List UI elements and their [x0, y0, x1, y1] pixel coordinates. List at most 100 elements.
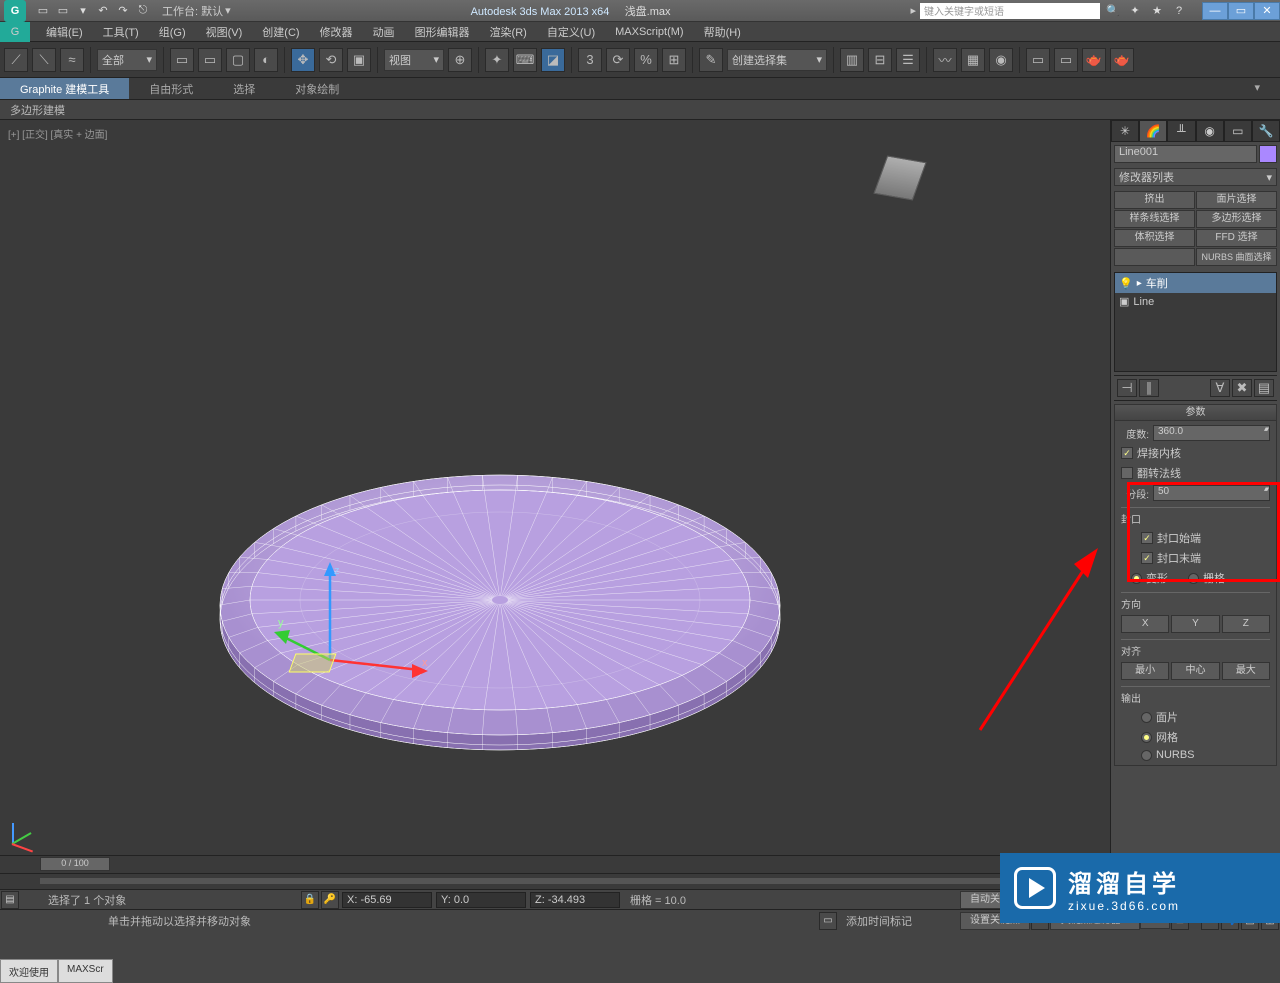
ribbon-collapse-icon[interactable]: ▾	[1234, 78, 1280, 99]
configure-icon[interactable]: ▤	[1254, 379, 1274, 397]
flip-checkbox[interactable]	[1121, 467, 1133, 479]
minimize-button[interactable]: —	[1202, 2, 1228, 20]
axis-x-button[interactable]: X	[1121, 615, 1169, 633]
link-icon[interactable]: ⟋	[4, 48, 28, 72]
ribbon-tab-freeform[interactable]: 自由形式	[129, 78, 213, 99]
layers-icon[interactable]: ☰	[896, 48, 920, 72]
mirror-icon[interactable]: ▥	[840, 48, 864, 72]
modifier-stack[interactable]: 💡▸ 车削 ▣Line	[1114, 272, 1277, 372]
menu-logo[interactable]: G	[0, 22, 30, 42]
btn-patchsel[interactable]: 面片选择	[1196, 191, 1277, 209]
search-input[interactable]: 键入关键字或短语	[920, 3, 1100, 19]
render-prod-icon[interactable]: 🫖	[1110, 48, 1134, 72]
align-min-button[interactable]: 最小	[1121, 662, 1169, 680]
schematic-icon[interactable]: ▦	[961, 48, 985, 72]
align-center-button[interactable]: 中心	[1171, 662, 1219, 680]
add-time-tag[interactable]: 添加时间标记	[838, 913, 920, 929]
capstart-checkbox[interactable]	[1141, 532, 1153, 544]
snap3-icon[interactable]: 3	[578, 48, 602, 72]
menu-render[interactable]: 渲染(R)	[480, 24, 537, 40]
out-mesh-radio[interactable]	[1141, 732, 1152, 743]
mini-listener-icon[interactable]: ▤	[1, 891, 19, 909]
modifier-list[interactable]: 修改器列表	[1114, 168, 1277, 186]
weld-checkbox[interactable]	[1121, 447, 1133, 459]
utilities-tab-icon[interactable]: 🔧	[1252, 120, 1280, 142]
viewcube[interactable]	[870, 150, 930, 210]
menu-anim[interactable]: 动画	[363, 24, 405, 40]
btn-extrude[interactable]: 挤出	[1114, 191, 1195, 209]
curve-editor-icon[interactable]: 〰	[933, 48, 957, 72]
ribbon-tab-paint[interactable]: 对象绘制	[275, 78, 359, 99]
coord-x[interactable]: X: -65.69	[342, 892, 432, 908]
qat-save-icon[interactable]: ▾	[74, 2, 92, 20]
menu-edit[interactable]: 编辑(E)	[36, 24, 93, 40]
menu-group[interactable]: 组(G)	[149, 24, 196, 40]
rollout-params[interactable]: 参数	[1115, 405, 1276, 421]
stack-lathe[interactable]: 💡▸ 车削	[1115, 273, 1276, 293]
menu-tools[interactable]: 工具(T)	[93, 24, 149, 40]
render-setup-icon[interactable]: ▭	[1026, 48, 1050, 72]
render-frame-icon[interactable]: ▭	[1054, 48, 1078, 72]
search-icon[interactable]: 🔍	[1104, 2, 1122, 20]
bind-icon[interactable]: ≈	[60, 48, 84, 72]
edit-named-icon[interactable]: ✎	[699, 48, 723, 72]
percent-snap-icon[interactable]: %	[634, 48, 658, 72]
btn-polysel[interactable]: 多边形选择	[1196, 210, 1277, 228]
degrees-spinner[interactable]: 360.0	[1153, 425, 1270, 441]
btn-volsel[interactable]: 体积选择	[1114, 229, 1195, 247]
ribbon-sub[interactable]: 多边形建模	[0, 100, 1280, 120]
object-name-input[interactable]: Line001	[1114, 145, 1257, 163]
axis-y-button[interactable]: Y	[1171, 615, 1219, 633]
btn-ffdsel[interactable]: FFD 选择	[1196, 229, 1277, 247]
qat-open-icon[interactable]: ▭	[54, 2, 72, 20]
ribbon-tab-select[interactable]: 选择	[213, 78, 275, 99]
show-end-icon[interactable]: ∥	[1139, 379, 1159, 397]
select-name-icon[interactable]: ▭	[198, 48, 222, 72]
welcome-tab[interactable]: 欢迎使用	[0, 959, 58, 983]
maximize-button[interactable]: ▭	[1228, 2, 1254, 20]
frame-indicator[interactable]: 0 / 100	[40, 857, 110, 871]
coord-z[interactable]: Z: -34.493	[530, 892, 620, 908]
segs-spinner[interactable]: 50	[1153, 485, 1270, 501]
pin-stack-icon[interactable]: ⊣	[1117, 379, 1137, 397]
menu-customize[interactable]: 自定义(U)	[537, 24, 605, 40]
rect-sel-icon[interactable]: ▢	[226, 48, 250, 72]
menu-create[interactable]: 创建(C)	[252, 24, 309, 40]
qat-link-icon[interactable]: ⎋	[134, 2, 152, 20]
lock-icon[interactable]: 🔒	[301, 891, 319, 909]
remove-mod-icon[interactable]: ✖	[1232, 379, 1252, 397]
stack-line[interactable]: ▣Line	[1115, 293, 1276, 310]
capend-checkbox[interactable]	[1141, 552, 1153, 564]
keyboard-icon[interactable]: ⌨	[513, 48, 537, 72]
coord-y[interactable]: Y: 0.0	[436, 892, 526, 908]
out-patch-radio[interactable]	[1141, 712, 1152, 723]
btn-nurbssel[interactable]: NURBS 曲面选择	[1196, 248, 1277, 266]
out-nurbs-radio[interactable]	[1141, 750, 1152, 761]
hierarchy-tab-icon[interactable]: ╨	[1167, 120, 1195, 142]
scale-icon[interactable]: ▣	[347, 48, 371, 72]
time-tag-icon[interactable]: ▭	[819, 912, 837, 930]
ref-coord[interactable]: 视图	[384, 49, 444, 71]
unique-icon[interactable]: ∀	[1210, 379, 1230, 397]
angle-snap-icon[interactable]: ⟳	[606, 48, 630, 72]
unlink-icon[interactable]: ⟍	[32, 48, 56, 72]
menu-modifiers[interactable]: 修改器	[310, 24, 363, 40]
ribbon-tab-graphite[interactable]: Graphite 建模工具	[0, 78, 129, 99]
app-icon[interactable]: G	[4, 0, 26, 22]
align-icon[interactable]: ⊟	[868, 48, 892, 72]
qat-undo-icon[interactable]: ↶	[94, 2, 112, 20]
maxscript-tab[interactable]: MAXScr	[58, 959, 113, 983]
create-tab-icon[interactable]: ✳	[1111, 120, 1139, 142]
render-icon[interactable]: 🫖	[1082, 48, 1106, 72]
menu-view[interactable]: 视图(V)	[196, 24, 253, 40]
qat-new-icon[interactable]: ▭	[34, 2, 52, 20]
menu-help[interactable]: 帮助(H)	[694, 24, 751, 40]
menu-grapheditors[interactable]: 图形编辑器	[405, 24, 480, 40]
btn-splinesel[interactable]: 样条线选择	[1114, 210, 1195, 228]
viewport-label[interactable]: [+] [正交] [真实 + 边面]	[8, 126, 107, 141]
manip-icon[interactable]: ✦	[485, 48, 509, 72]
align-max-button[interactable]: 最大	[1222, 662, 1270, 680]
move-icon[interactable]: ✥	[291, 48, 315, 72]
menu-maxscript[interactable]: MAXScript(M)	[605, 26, 693, 38]
axis-z-button[interactable]: Z	[1222, 615, 1270, 633]
